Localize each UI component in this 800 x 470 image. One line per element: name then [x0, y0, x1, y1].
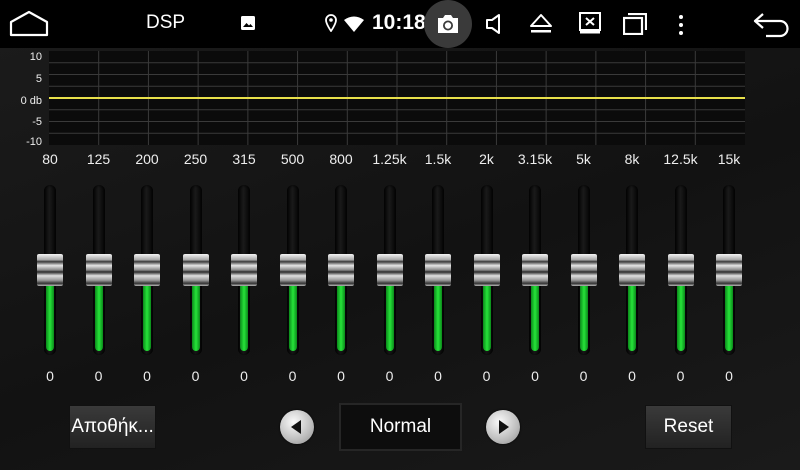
- band-gain-value: 0: [628, 368, 636, 384]
- camera-icon: [438, 15, 458, 33]
- close-box-icon[interactable]: [579, 12, 601, 34]
- band-slider[interactable]: [226, 183, 262, 358]
- screenshot-button[interactable]: [424, 0, 472, 48]
- slider-knob[interactable]: [231, 254, 257, 286]
- eject-icon[interactable]: [529, 13, 553, 35]
- slider-knob[interactable]: [85, 254, 112, 286]
- band-slider[interactable]: [517, 183, 553, 358]
- gallery-icon: [241, 16, 255, 30]
- band-slider[interactable]: [275, 183, 311, 358]
- band-slider[interactable]: [469, 183, 505, 358]
- slider-knob[interactable]: [570, 254, 597, 286]
- band-slider[interactable]: [129, 183, 165, 358]
- reset-button[interactable]: Reset: [645, 405, 732, 449]
- band-gain-value: 0: [143, 368, 151, 384]
- band-slider[interactable]: [32, 183, 68, 358]
- band-gain-value: 0: [240, 368, 248, 384]
- slider-knob[interactable]: [425, 254, 451, 286]
- band-slider[interactable]: [420, 183, 456, 358]
- band-gain-value: 0: [191, 368, 200, 384]
- eq-response-graph: [49, 51, 745, 145]
- wifi-icon: [344, 16, 364, 32]
- slider-knob[interactable]: [716, 254, 742, 286]
- slider-knob[interactable]: [376, 254, 403, 286]
- slider-knob[interactable]: [522, 254, 548, 286]
- graph-y-label: 10: [29, 51, 42, 63]
- band-slider[interactable]: [663, 183, 699, 358]
- slider-knob[interactable]: [134, 254, 160, 286]
- band-gain-value: 0: [288, 368, 297, 384]
- band-slider[interactable]: [81, 183, 117, 358]
- clock: 10:18: [372, 11, 426, 34]
- preset-selector[interactable]: Normal: [339, 403, 462, 451]
- slider-knob[interactable]: [182, 254, 209, 286]
- save-button[interactable]: Αποθήκ...: [69, 405, 156, 449]
- previous-preset-button[interactable]: [280, 410, 314, 444]
- band-gain-value: 0: [531, 368, 539, 384]
- band-gain-value: 0: [385, 368, 394, 384]
- graph-y-label: -10: [26, 136, 42, 148]
- band-slider[interactable]: [614, 183, 650, 358]
- band-frequency-label: 15k: [717, 151, 741, 167]
- band-slider[interactable]: [323, 183, 359, 358]
- band-gain-value: 0: [676, 368, 685, 384]
- slider-knob[interactable]: [37, 254, 63, 286]
- back-icon[interactable]: [752, 12, 790, 38]
- slider-knob[interactable]: [473, 254, 500, 286]
- band-slider[interactable]: [372, 183, 408, 358]
- band-gain-value: 0: [434, 368, 442, 384]
- slider-knob[interactable]: [619, 254, 645, 286]
- graph-y-label: -5: [32, 116, 42, 128]
- band-slider[interactable]: [178, 183, 214, 358]
- slider-knob[interactable]: [279, 254, 306, 286]
- app-title: DSP: [146, 12, 186, 33]
- band-gain-value: 0: [46, 368, 54, 384]
- window-icon[interactable]: [623, 13, 647, 35]
- band-gain-value: 0: [579, 368, 588, 384]
- band-gain-value: 0: [482, 368, 491, 384]
- volume-icon[interactable]: [485, 13, 505, 35]
- location-icon: [325, 14, 337, 32]
- band-slider[interactable]: [711, 183, 747, 358]
- graph-y-label: 0 db: [20, 95, 42, 107]
- slider-knob[interactable]: [667, 254, 694, 286]
- chevron-left-icon: [291, 420, 301, 434]
- band-slider[interactable]: [566, 183, 602, 358]
- slider-knob[interactable]: [328, 254, 354, 286]
- home-icon[interactable]: [8, 10, 50, 38]
- band-gain-value: 0: [337, 368, 345, 384]
- band-gain-value: 0: [725, 368, 733, 384]
- chevron-right-icon: [499, 420, 509, 434]
- more-icon[interactable]: [676, 14, 686, 36]
- next-preset-button[interactable]: [486, 410, 520, 444]
- status-bar: DSP 10:18: [0, 0, 800, 48]
- band-gain-value: 0: [94, 368, 103, 384]
- graph-y-label: 5: [35, 73, 42, 85]
